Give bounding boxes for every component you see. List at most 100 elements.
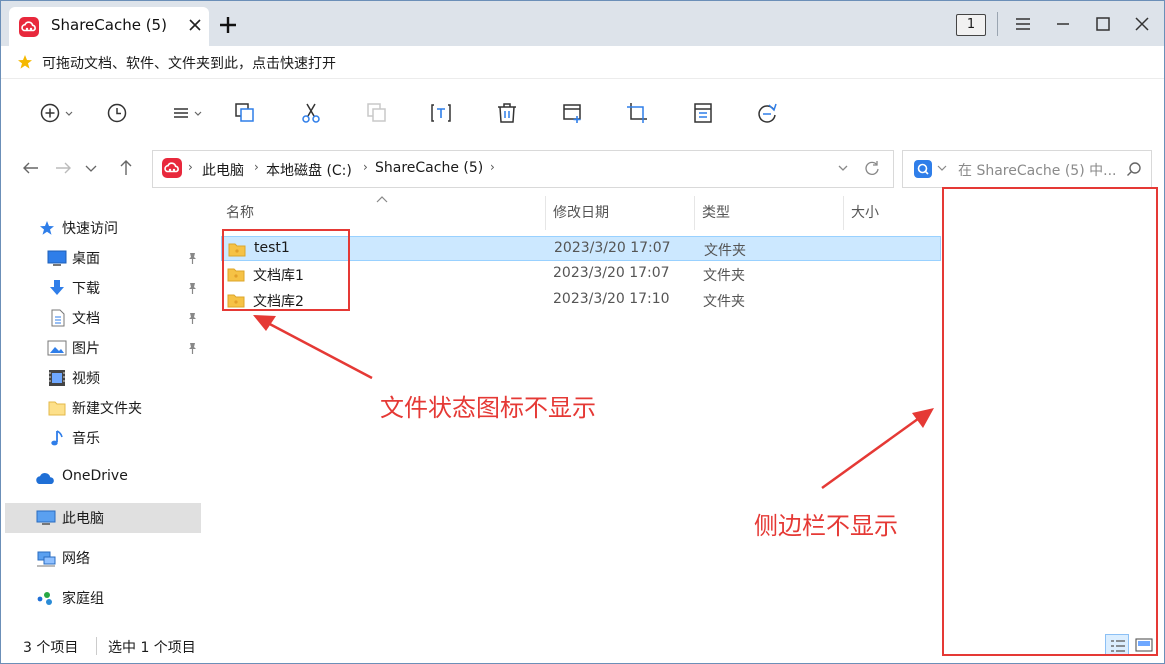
address-bar[interactable]: › 此电脑 › 本地磁盘 (C:) › ShareCache (5) › xyxy=(152,150,894,188)
sidebar-item-homegroup[interactable]: 家庭组 xyxy=(5,583,201,613)
homegroup-icon xyxy=(35,589,57,607)
up-arrow-icon[interactable] xyxy=(116,158,136,178)
column-header-size[interactable]: 大小 xyxy=(851,202,879,222)
new-window-icon[interactable] xyxy=(561,101,585,125)
network-icon xyxy=(35,549,57,567)
sidebar-item-downloads[interactable]: 下载 xyxy=(5,273,201,303)
pin-icon[interactable] xyxy=(185,281,199,295)
address-row: › 此电脑 › 本地磁盘 (C:) › ShareCache (5) › 在 S… xyxy=(1,145,1164,191)
delete-trash-icon[interactable] xyxy=(495,101,519,125)
address-dropdown-icon[interactable] xyxy=(835,160,851,176)
copy-icon[interactable] xyxy=(233,101,257,125)
page-indicator[interactable]: 1 xyxy=(956,14,986,36)
column-divider[interactable] xyxy=(843,196,844,230)
breadcrumb-local-disk[interactable]: 本地磁盘 (C:) xyxy=(266,160,352,180)
nav-quick-access[interactable]: 快速访问 xyxy=(5,213,201,243)
document-icon xyxy=(49,309,67,327)
title-divider xyxy=(997,12,998,36)
sidebar-item-label: 新建文件夹 xyxy=(72,401,142,417)
download-arrow-icon xyxy=(47,279,65,297)
sidebar-item-new-folder[interactable]: 新建文件夹 xyxy=(5,393,201,423)
annotation-box-file-icons xyxy=(222,229,350,311)
sidebar-item-videos[interactable]: 视频 xyxy=(5,363,201,393)
history-chevron-down-icon[interactable] xyxy=(81,158,101,178)
onedrive-cloud-icon xyxy=(35,469,57,487)
picture-icon xyxy=(47,339,67,357)
sidebar-item-music[interactable]: 音乐 xyxy=(5,423,201,453)
sidebar-item-label: 图片 xyxy=(72,341,100,357)
search-box[interactable]: 在 ShareCache (5) 中... xyxy=(902,150,1152,188)
video-icon xyxy=(47,369,65,387)
add-circle-icon[interactable] xyxy=(39,101,77,125)
sort-ascending-icon xyxy=(375,192,389,203)
title-bar: ShareCache (5) 1 xyxy=(1,1,1164,47)
status-item-count: 3 个项目 xyxy=(23,640,79,656)
star-icon xyxy=(17,54,33,70)
tab-title: ShareCache (5) xyxy=(51,16,167,34)
annotation-sidebar-note: 侧边栏不显示 xyxy=(754,512,898,540)
history-clock-icon[interactable] xyxy=(105,101,129,125)
close-tab-icon[interactable] xyxy=(187,17,203,33)
favorites-bar[interactable]: 可拖动文档、软件、文件夹到此，点击快速打开 xyxy=(1,46,1164,79)
sidebar-item-label: 家庭组 xyxy=(62,591,104,607)
rename-icon[interactable] xyxy=(429,101,453,125)
sidebar-item-label: 网络 xyxy=(62,551,90,567)
maximize-icon[interactable] xyxy=(1093,12,1113,36)
file-modified: 2023/3/20 17:07 xyxy=(553,265,670,281)
chevron-right-icon[interactable]: › xyxy=(363,160,368,174)
minimize-icon[interactable] xyxy=(1053,12,1073,36)
status-divider xyxy=(96,637,97,655)
refresh-icon[interactable] xyxy=(863,159,881,177)
sidebar-item-label: 下载 xyxy=(72,281,100,297)
search-engine-dropdown-icon[interactable] xyxy=(936,162,948,174)
app-logo-icon xyxy=(19,17,39,37)
column-header-name[interactable]: 名称 xyxy=(226,202,254,222)
menu-icon[interactable] xyxy=(1013,12,1033,36)
chevron-right-icon[interactable]: › xyxy=(490,160,495,174)
quick-access-star-icon xyxy=(38,219,56,237)
search-engine-icon[interactable] xyxy=(914,160,932,178)
cut-scissors-icon[interactable] xyxy=(299,101,323,125)
view-list-icon[interactable] xyxy=(171,101,209,125)
sidebar-item-this-pc[interactable]: 此电脑 xyxy=(5,503,201,533)
refresh-browser-icon[interactable] xyxy=(755,101,779,125)
sidebar-item-desktop[interactable]: 桌面 xyxy=(5,243,201,273)
sidebar-item-label: 此电脑 xyxy=(62,511,104,527)
properties-icon[interactable] xyxy=(691,101,715,125)
chevron-right-icon[interactable]: › xyxy=(254,160,259,174)
back-arrow-icon[interactable] xyxy=(21,158,41,178)
column-header-modified[interactable]: 修改日期 xyxy=(553,202,609,222)
file-modified: 2023/3/20 17:07 xyxy=(554,240,671,256)
status-selected-count: 选中 1 个项目 xyxy=(108,640,196,656)
breadcrumb-this-pc[interactable]: 此电脑 xyxy=(202,160,244,180)
tab-sharecache[interactable]: ShareCache (5) xyxy=(9,7,209,47)
pin-icon[interactable] xyxy=(185,341,199,355)
sidebar-item-pictures[interactable]: 图片 xyxy=(5,333,201,363)
column-divider[interactable] xyxy=(545,196,546,230)
breadcrumb-sharecache[interactable]: ShareCache (5) xyxy=(375,160,483,176)
sidebar-item-onedrive[interactable]: OneDrive xyxy=(5,463,201,493)
search-input[interactable]: 在 ShareCache (5) 中... xyxy=(958,160,1116,180)
pin-icon[interactable] xyxy=(185,251,199,265)
chevron-right-icon[interactable]: › xyxy=(188,160,193,174)
paste-icon[interactable] xyxy=(365,101,389,125)
pin-icon[interactable] xyxy=(185,311,199,325)
file-type: 文件夹 xyxy=(703,294,745,310)
search-icon[interactable] xyxy=(1125,160,1143,178)
sidebar-item-network[interactable]: 网络 xyxy=(5,543,201,573)
sidebar-item-label: 文档 xyxy=(72,311,100,327)
toolbar xyxy=(1,79,1164,145)
close-window-icon[interactable] xyxy=(1132,12,1152,36)
annotation-icon-note: 文件状态图标不显示 xyxy=(380,394,596,422)
column-divider[interactable] xyxy=(694,196,695,230)
column-header-type[interactable]: 类型 xyxy=(702,202,730,222)
sidebar-item-documents[interactable]: 文档 xyxy=(5,303,201,333)
crop-icon[interactable] xyxy=(625,101,649,125)
music-note-icon xyxy=(49,429,67,447)
sidebar-item-label: OneDrive xyxy=(62,468,128,484)
sidebar-item-label: 音乐 xyxy=(72,431,100,447)
file-modified: 2023/3/20 17:10 xyxy=(553,291,670,307)
new-tab-icon[interactable] xyxy=(217,14,239,36)
annotation-box-sidebar xyxy=(942,187,1158,656)
forward-arrow-icon[interactable] xyxy=(53,158,73,178)
